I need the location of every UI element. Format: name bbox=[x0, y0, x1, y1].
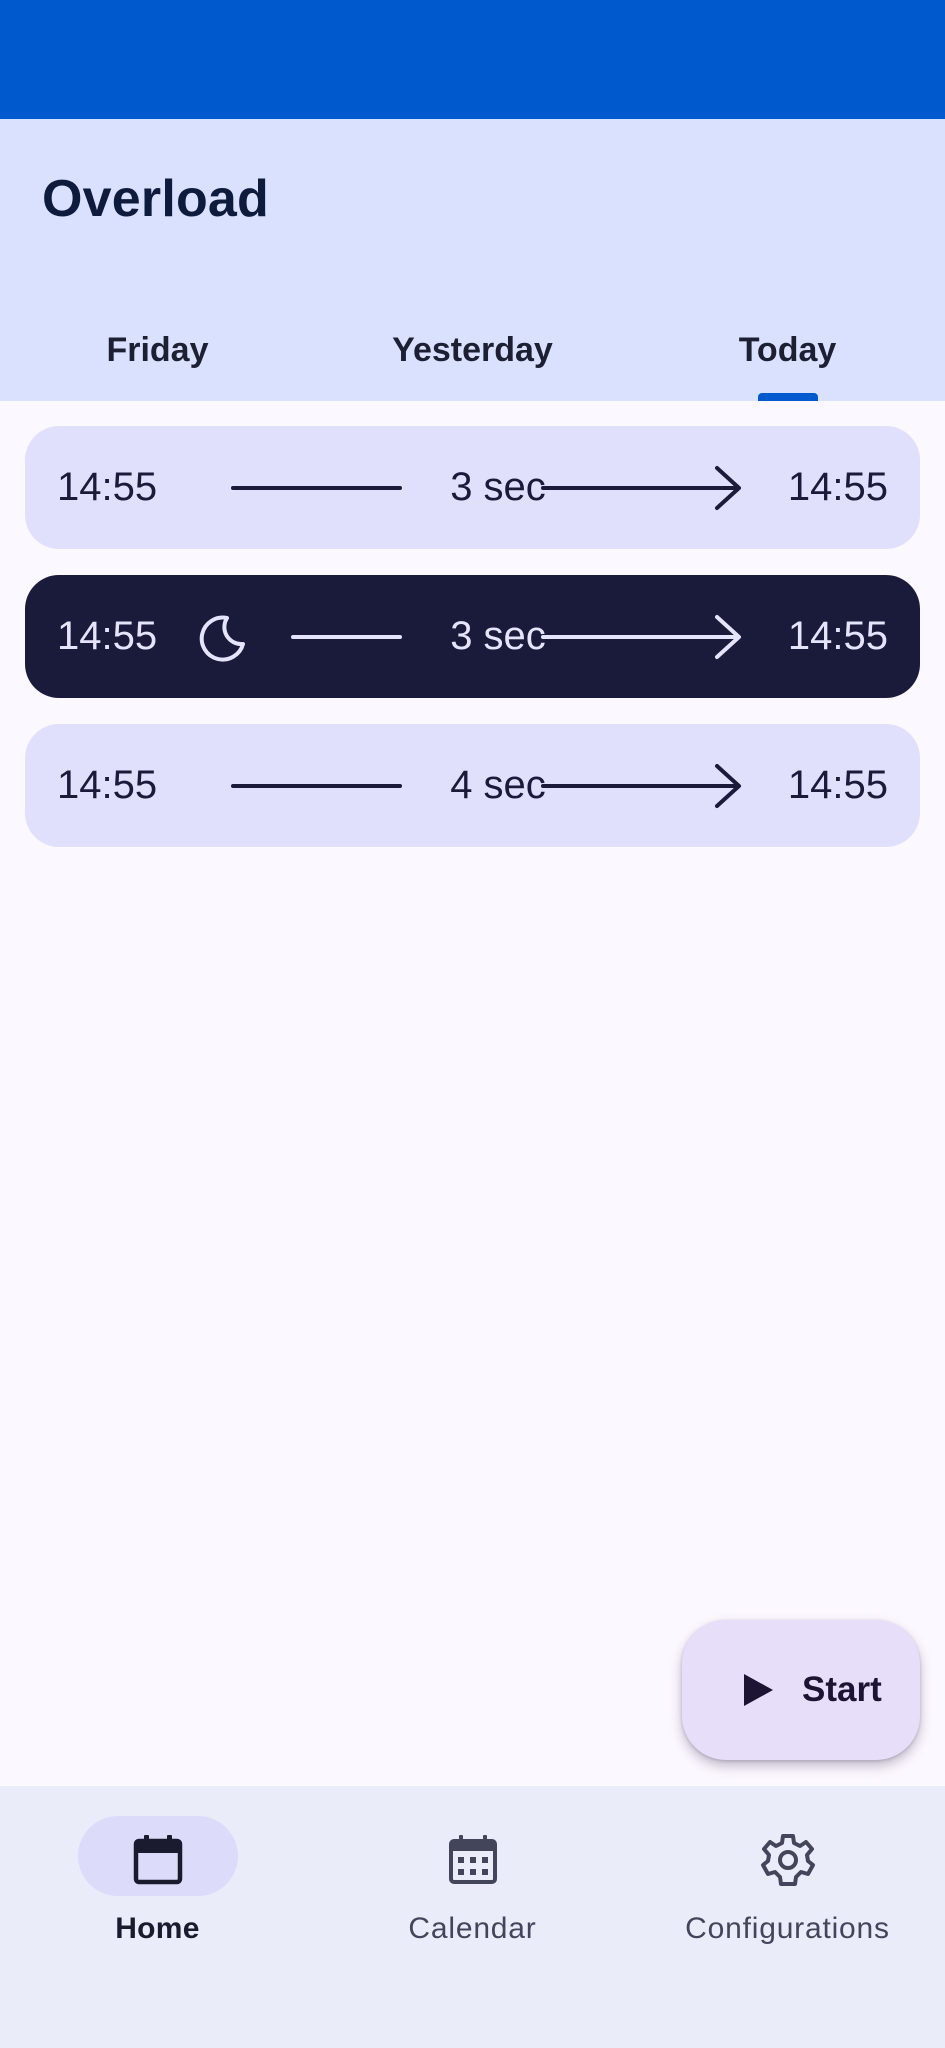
duration-line bbox=[291, 635, 402, 639]
nav-label: Home bbox=[115, 1912, 200, 1945]
tab-friday[interactable]: Friday bbox=[0, 307, 315, 401]
start-button-label: Start bbox=[802, 1670, 882, 1709]
session-start-time: 14:55 bbox=[57, 614, 158, 658]
session-end-time: 14:55 bbox=[787, 763, 888, 807]
arrow-right-icon bbox=[541, 615, 741, 659]
calendar-month-icon bbox=[448, 1835, 497, 1884]
nav-label: Configurations bbox=[685, 1912, 890, 1945]
status-bar bbox=[0, 0, 945, 119]
arrow-right-icon bbox=[541, 764, 741, 808]
arrow-right-icon bbox=[541, 466, 741, 510]
duration-line bbox=[231, 486, 402, 490]
nav-item-home[interactable]: Home bbox=[0, 1786, 315, 1986]
day-tabs: Friday Yesterday Today bbox=[0, 307, 945, 401]
session-card[interactable]: 14:55 4 sec 14:55 bbox=[25, 724, 920, 847]
calendar-today-icon bbox=[133, 1835, 182, 1885]
gear-icon bbox=[760, 1834, 815, 1886]
session-end-time: 14:55 bbox=[787, 614, 888, 658]
nav-label: Calendar bbox=[408, 1912, 537, 1945]
tab-indicator bbox=[757, 393, 818, 401]
session-end-time: 14:55 bbox=[787, 465, 888, 509]
tab-today[interactable]: Today bbox=[630, 307, 945, 401]
session-start-time: 14:55 bbox=[57, 465, 158, 509]
session-card[interactable]: 14:55 3 sec 14:55 bbox=[25, 426, 920, 549]
duration-line bbox=[231, 784, 402, 788]
play-icon bbox=[744, 1674, 773, 1706]
session-start-time: 14:55 bbox=[57, 763, 158, 807]
tab-yesterday[interactable]: Yesterday bbox=[315, 307, 630, 401]
session-list: 14:55 3 sec 14:55 14:55 3 sec 14:55 14:5… bbox=[25, 426, 920, 873]
tab-label: Friday bbox=[106, 330, 209, 369]
nav-item-configurations[interactable]: Configurations bbox=[630, 1786, 945, 1986]
tab-label: Yesterday bbox=[392, 330, 553, 369]
tab-label: Today bbox=[738, 330, 837, 369]
moon-icon bbox=[199, 615, 245, 662]
app-header: Overload Friday Yesterday Today bbox=[0, 119, 945, 401]
page-title: Overload bbox=[42, 170, 270, 228]
nav-item-calendar[interactable]: Calendar bbox=[315, 1786, 630, 1986]
session-card-night[interactable]: 14:55 3 sec 14:55 bbox=[25, 575, 920, 698]
bottom-navigation: Home Calendar Configurations bbox=[0, 1786, 945, 2048]
start-button[interactable]: Start bbox=[682, 1620, 920, 1760]
